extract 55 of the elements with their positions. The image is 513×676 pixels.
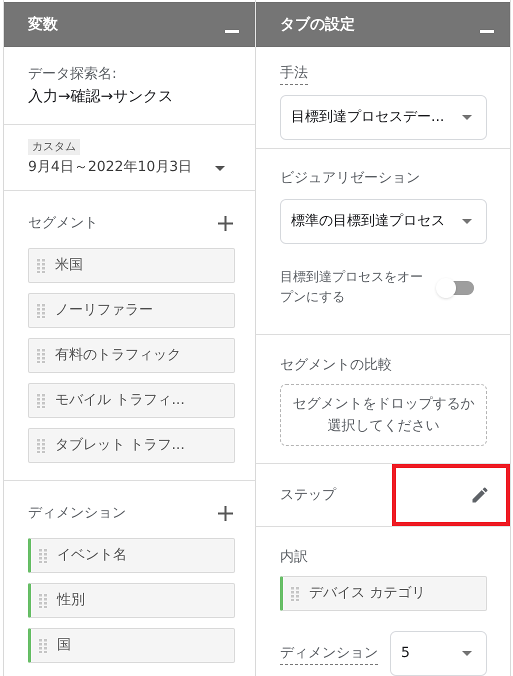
technique-label: 手法 xyxy=(280,63,308,85)
segment-chip[interactable]: ノーリファラー xyxy=(28,293,235,328)
segment-chip[interactable]: モバイル トラフィ... xyxy=(28,383,235,418)
panel-title: 変数 xyxy=(28,14,58,36)
caret-icon xyxy=(462,115,472,120)
segment-chip[interactable]: タブレット トラフ... xyxy=(28,428,235,463)
add-icon[interactable] xyxy=(218,216,233,231)
segment-comparison-label: セグメントの比較 xyxy=(280,356,393,375)
chip-label: イベント名 xyxy=(57,546,127,565)
visualization-label: ビジュアリゼーション xyxy=(280,169,421,188)
drag-handle-icon xyxy=(37,438,45,452)
breakdown-label: 内訳 xyxy=(280,548,309,568)
chip-label: タブレット トラフ... xyxy=(55,436,185,455)
dropdown-select[interactable]: 標準の目標到達プロセス xyxy=(280,199,487,244)
drag-handle-icon xyxy=(39,638,47,652)
segment-drop-zone[interactable]: セグメントをドロップするか選択してください xyxy=(280,384,487,446)
exploration-name-label: データ探索名: xyxy=(28,65,118,84)
chip-label: 米国 xyxy=(55,256,83,275)
caret-icon xyxy=(215,166,225,171)
drag-handle-icon xyxy=(37,348,45,362)
steps-label: ステップ xyxy=(280,486,336,505)
caret-icon xyxy=(462,219,472,224)
toggle-switch[interactable] xyxy=(436,278,476,298)
chip-label: モバイル トラフィ... xyxy=(55,391,185,410)
chip-label: ノーリファラー xyxy=(55,301,153,320)
dimension-chip[interactable]: デバイス カテゴリ xyxy=(280,576,487,612)
chip-label: デバイス カテゴリ xyxy=(309,584,426,604)
dropdown-select[interactable]: 5 xyxy=(390,631,487,676)
edit-icon[interactable] xyxy=(470,485,490,506)
date-range-picker[interactable]: カスタム 9月4日～2022年10月3日 xyxy=(4,125,255,191)
drag-handle-icon xyxy=(291,586,299,601)
drag-handle-icon xyxy=(37,304,45,318)
dropdown-select[interactable]: 目標到達プロセスデー... xyxy=(280,95,487,140)
chip-label: 性別 xyxy=(57,591,85,610)
date-range: 9月4日～2022年10月3日 xyxy=(28,158,192,177)
dimension-chip[interactable]: 国 xyxy=(28,628,235,663)
panel-title: タブの設定 xyxy=(280,14,355,36)
dimension-chip[interactable]: イベント名 xyxy=(28,538,235,573)
drag-handle-icon xyxy=(37,394,45,408)
segment-chip[interactable]: 有料のトラフィック xyxy=(28,338,235,373)
open-funnel-label: 目標到達プロセスをオープンにする xyxy=(280,269,424,308)
section-title: セグメント xyxy=(28,214,98,233)
dimension-chip[interactable]: 性別 xyxy=(28,583,235,618)
drag-handle-icon xyxy=(39,548,47,562)
section-title: ディメンション xyxy=(28,504,126,523)
custom-badge: カスタム xyxy=(28,138,80,155)
chip-label: 有料のトラフィック xyxy=(55,346,181,365)
exploration-name: 入力→確認→サンクス xyxy=(28,86,174,107)
chip-label: 国 xyxy=(57,636,71,655)
drag-handle-icon xyxy=(39,594,47,608)
add-icon[interactable] xyxy=(218,506,233,521)
segment-chip[interactable]: 米国 xyxy=(28,248,235,283)
dimension-count-label: ディメンション xyxy=(280,642,378,665)
caret-icon xyxy=(462,651,472,656)
drag-handle-icon xyxy=(37,258,45,272)
